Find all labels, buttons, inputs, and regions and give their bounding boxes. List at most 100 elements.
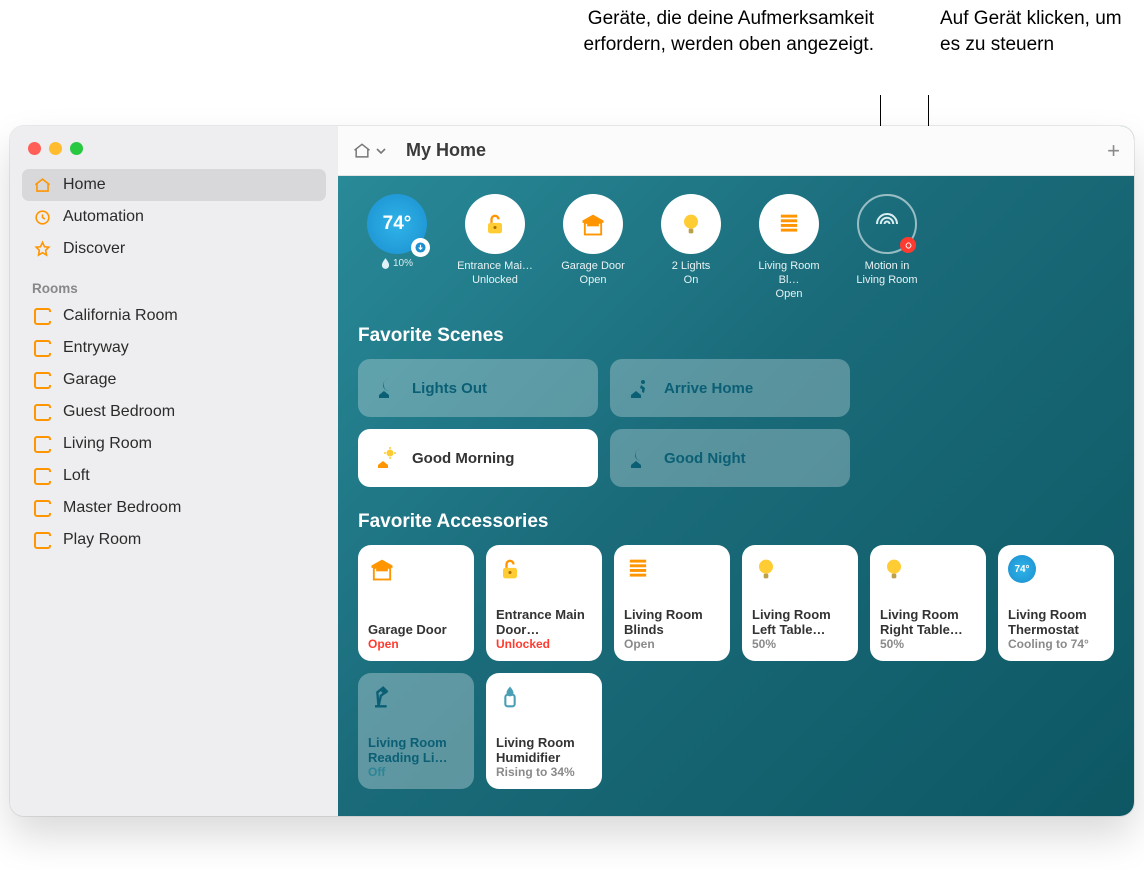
accessory-status: Rising to 34% [496, 765, 592, 779]
sidebar-item-automation[interactable]: Automation [22, 201, 326, 233]
status-blinds[interactable]: Living Room Bl…Open [750, 194, 828, 301]
accessory-name: Living Room Right Table… [880, 607, 976, 638]
room-icon [32, 306, 52, 326]
accessory-tile[interactable]: Living Room Reading Li…Off [358, 673, 474, 789]
sidebar-room-item[interactable]: California Room [22, 300, 326, 332]
temp-down-icon [411, 238, 430, 257]
accessories-header: Favorite Accessories [358, 511, 1114, 533]
home-picker[interactable] [352, 141, 386, 161]
scene-good-night[interactable]: Good Night [610, 429, 850, 487]
accessory-tile[interactable]: 74°Living Room ThermostatCooling to 74° [998, 545, 1114, 661]
accessory-status: Open [624, 637, 720, 651]
page-title: My Home [406, 140, 486, 161]
scenes-header: Favorite Scenes [358, 325, 1114, 347]
sidebar-item-label: Guest Bedroom [63, 403, 175, 421]
temp-value: 74° [383, 213, 412, 235]
moon-house-icon [374, 375, 400, 401]
sidebar-item-label: Loft [63, 467, 90, 485]
star-icon [32, 239, 52, 259]
window-controls [10, 126, 338, 169]
accessory-tile[interactable]: Garage DoorOpen [358, 545, 474, 661]
accessory-tile[interactable]: Living Room Right Table…50% [870, 545, 986, 661]
status-label: Living Room Bl…Open [750, 260, 828, 301]
status-row: 74° 10% Entrance Mai…Unlocked Garage Door… [358, 194, 1114, 301]
sidebar-item-label: California Room [63, 307, 178, 325]
accessory-name: Living Room Left Table… [752, 607, 848, 638]
sidebar-item-label: Play Room [63, 531, 141, 549]
status-lock-open[interactable]: Entrance Mai…Unlocked [456, 194, 534, 301]
room-icon [32, 466, 52, 486]
sidebar-item-label: Discover [63, 240, 125, 258]
sidebar-item-label: Automation [63, 208, 144, 226]
sun-house-icon [374, 445, 400, 471]
sidebar-item-discover[interactable]: Discover [22, 233, 326, 265]
home-icon [32, 175, 52, 195]
scene-good-morning[interactable]: Good Morning [358, 429, 598, 487]
toolbar: My Home + [338, 126, 1134, 176]
person-house-icon [626, 375, 652, 401]
sidebar-room-item[interactable]: Garage [22, 364, 326, 396]
room-icon [32, 434, 52, 454]
close-button[interactable] [28, 142, 41, 155]
sidebar-section-rooms: Rooms [10, 265, 338, 300]
scene-arrive-home[interactable]: Arrive Home [610, 359, 850, 417]
status-climate[interactable]: 74° 10% [358, 194, 436, 301]
scene-label: Good Night [664, 450, 746, 467]
zoom-button[interactable] [70, 142, 83, 155]
sidebar-item-label: Living Room [63, 435, 152, 453]
status-label: 2 LightsOn [672, 260, 711, 288]
accessory-status: 50% [752, 637, 848, 651]
sidebar-room-item[interactable]: Master Bedroom [22, 492, 326, 524]
accessory-name: Living Room Thermostat [1008, 607, 1104, 638]
accessory-status: Unlocked [496, 637, 592, 651]
sidebar-item-label: Home [63, 176, 106, 194]
add-button[interactable]: + [1107, 138, 1120, 164]
sidebar-item-home[interactable]: Home [22, 169, 326, 201]
motion-icon [872, 209, 902, 239]
room-icon [32, 338, 52, 358]
accessory-name: Entrance Main Door… [496, 607, 592, 638]
callout-control-text: Auf Gerät klicken, um es zu steuern [940, 6, 1140, 57]
scene-label: Lights Out [412, 380, 487, 397]
minimize-button[interactable] [49, 142, 62, 155]
status-motion[interactable]: Motion inLiving Room [848, 194, 926, 301]
sidebar-item-label: Garage [63, 371, 116, 389]
room-icon [32, 370, 52, 390]
status-label: Entrance Mai…Unlocked [457, 260, 533, 288]
scene-lights-out[interactable]: Lights Out [358, 359, 598, 417]
sidebar: Home Automation Discover Rooms California … [10, 126, 338, 816]
accessory-tile[interactable]: Living Room HumidifierRising to 34% [486, 673, 602, 789]
accessory-name: Garage Door [368, 622, 464, 637]
sidebar-room-item[interactable]: Loft [22, 460, 326, 492]
accessory-status: Open [368, 637, 464, 651]
accessory-tile[interactable]: Living Room Left Table…50% [742, 545, 858, 661]
sidebar-room-item[interactable]: Play Room [22, 524, 326, 556]
accessory-status: 50% [880, 637, 976, 651]
status-bulb[interactable]: 2 LightsOn [652, 194, 730, 301]
bulb-icon [752, 555, 848, 585]
room-icon [32, 498, 52, 518]
room-icon [32, 402, 52, 422]
accessory-name: Living Room Humidifier [496, 735, 592, 766]
sidebar-room-item[interactable]: Entryway [22, 332, 326, 364]
sidebar-room-item[interactable]: Guest Bedroom [22, 396, 326, 428]
status-label: Garage DoorOpen [561, 260, 625, 288]
main-area: My Home + 74° 10% [338, 126, 1134, 816]
accessory-name: Living Room Blinds [624, 607, 720, 638]
thermostat-icon: 74° [1008, 555, 1104, 585]
sidebar-item-label: Master Bedroom [63, 499, 181, 517]
bulb-icon [880, 555, 976, 585]
blinds-icon [624, 555, 720, 585]
accessory-tile[interactable]: Entrance Main Door…Unlocked [486, 545, 602, 661]
app-window: Home Automation Discover Rooms California … [10, 126, 1134, 816]
desk-lamp-icon [368, 683, 464, 713]
accessory-tile[interactable]: Living Room BlindsOpen [614, 545, 730, 661]
lock-open-icon [496, 555, 592, 585]
room-icon [32, 530, 52, 550]
sidebar-room-item[interactable]: Living Room [22, 428, 326, 460]
status-garage-open[interactable]: Garage DoorOpen [554, 194, 632, 301]
alert-badge [900, 237, 916, 253]
garage-open-icon [368, 555, 464, 585]
scene-label: Arrive Home [664, 380, 753, 397]
humidifier-icon [496, 683, 592, 713]
